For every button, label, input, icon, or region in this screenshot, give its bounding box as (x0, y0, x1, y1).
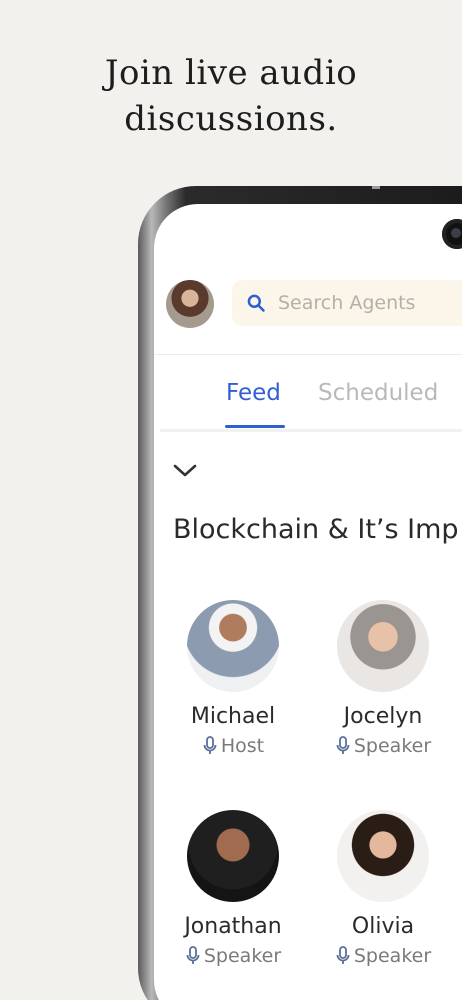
headline-line-2: discussions. (124, 99, 338, 139)
search-icon (247, 294, 265, 312)
participant-role: Speaker (163, 945, 303, 967)
chevron-down-icon[interactable] (172, 462, 198, 480)
role-label: Speaker (353, 945, 432, 967)
headline-line-1: Join live audio (104, 53, 358, 93)
role-label: Host (220, 735, 265, 757)
participant-role: Speaker (313, 945, 453, 967)
microphone-icon (203, 736, 217, 754)
search-bar[interactable]: Search Agents (232, 280, 462, 326)
participant-michael[interactable]: Michael Host (163, 600, 303, 757)
role-label: Speaker (203, 945, 282, 967)
participant-jonathan[interactable]: Jonathan Speaker (163, 810, 303, 967)
room-title: Blockchain & It’s Imp (173, 514, 459, 545)
avatar (187, 600, 279, 692)
participant-jocelyn[interactable]: Jocelyn Speaker (313, 600, 453, 757)
microphone-icon (186, 946, 200, 964)
participant-name: Olivia (351, 914, 415, 939)
participant-name: Michael (190, 704, 276, 729)
active-tab-indicator (225, 425, 285, 428)
participant-olivia[interactable]: Olivia Speaker (313, 810, 453, 967)
participant-role: Host (163, 735, 303, 757)
tabs-divider (160, 429, 462, 432)
header-divider (154, 354, 462, 355)
participant-name: Jocelyn (343, 704, 423, 729)
microphone-icon (336, 946, 350, 964)
tab-feed[interactable]: Feed (226, 380, 281, 406)
search-input[interactable]: Search Agents (278, 280, 415, 326)
marketing-headline: Join live audio discussions. (0, 50, 462, 142)
user-avatar[interactable] (166, 280, 214, 328)
participant-role: Speaker (313, 735, 453, 757)
avatar (187, 810, 279, 902)
avatar (337, 810, 429, 902)
participant-name: Jonathan (184, 914, 282, 939)
tab-scheduled[interactable]: Scheduled (318, 380, 438, 406)
phone-side-button (372, 186, 380, 189)
role-label: Speaker (353, 735, 432, 757)
avatar (337, 600, 429, 692)
phone-screen: Search Agents Feed Scheduled Blockchain … (154, 204, 462, 1000)
microphone-icon (336, 736, 350, 754)
